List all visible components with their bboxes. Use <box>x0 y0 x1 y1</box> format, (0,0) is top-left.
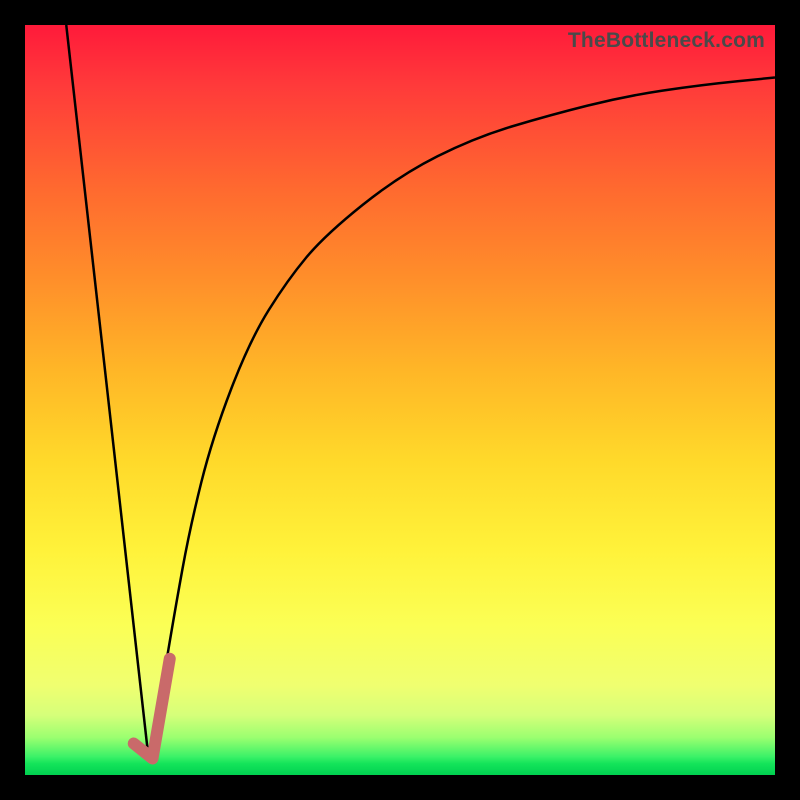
plot-area: TheBottleneck.com <box>25 25 775 775</box>
curve-layer <box>25 25 775 775</box>
series-right-curve <box>149 78 775 761</box>
chart-frame: TheBottleneck.com <box>0 0 800 800</box>
series-left-slope <box>66 25 149 760</box>
